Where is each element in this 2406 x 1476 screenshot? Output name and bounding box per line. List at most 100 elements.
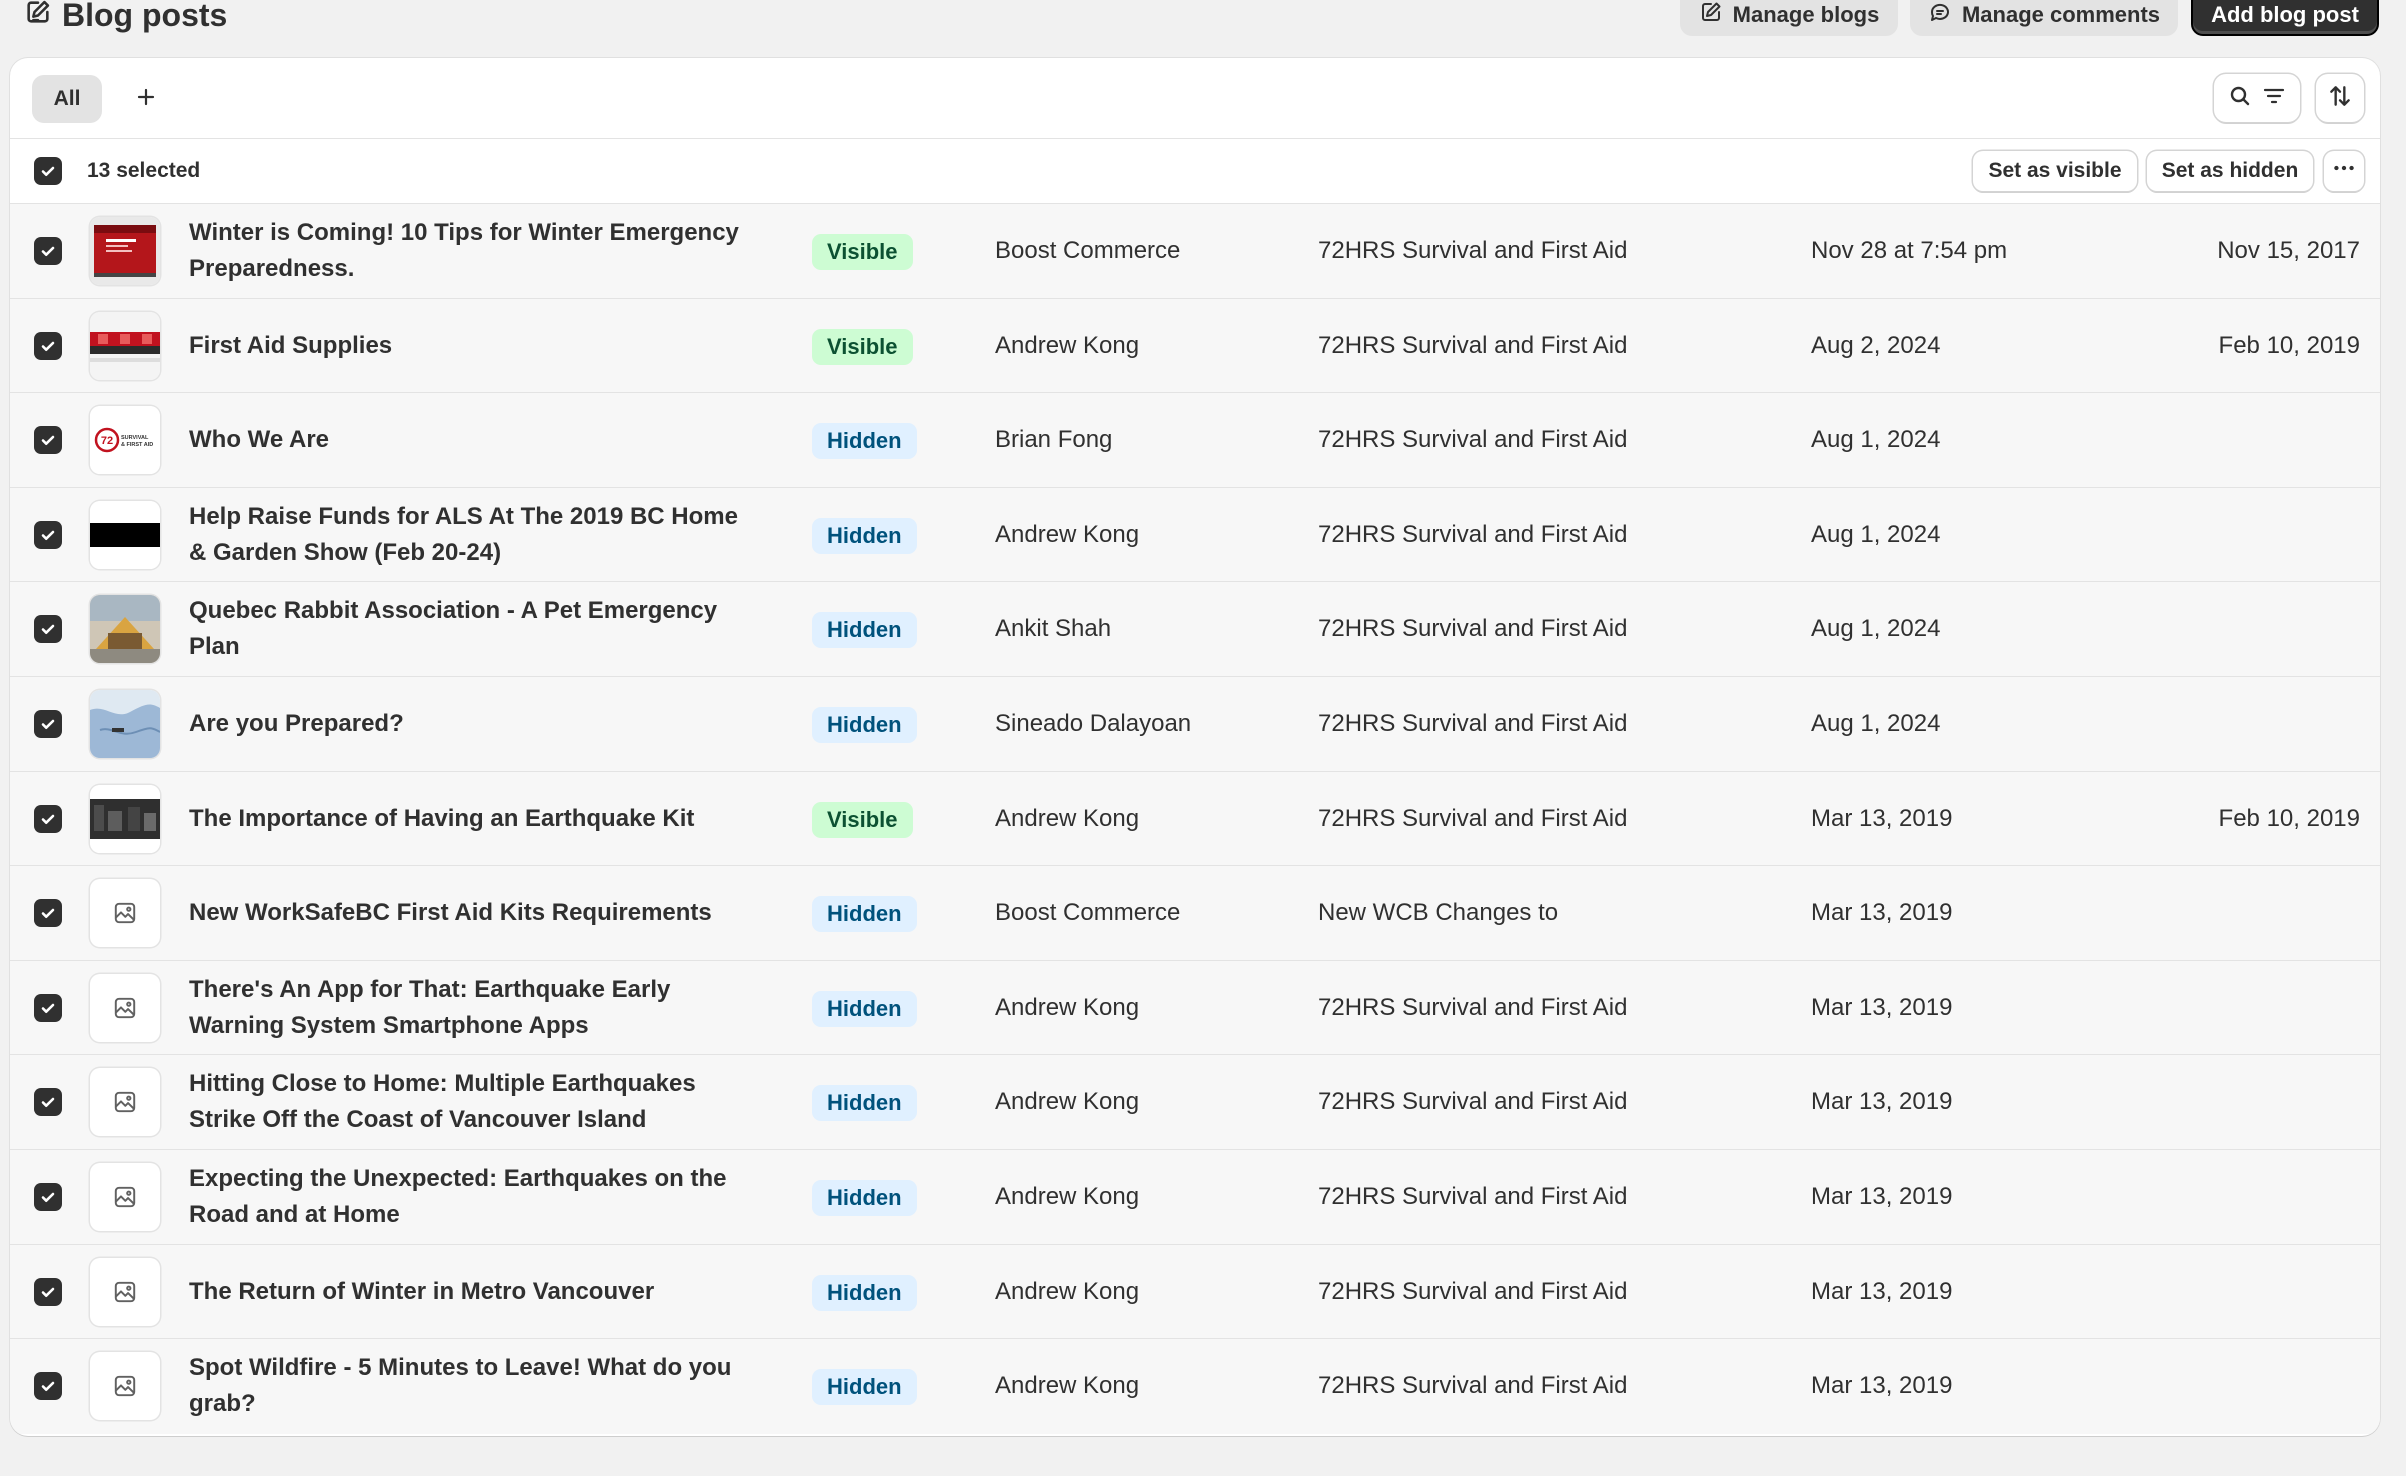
posts-table: Winter is Coming! 10 Tips for Winter Eme…: [10, 204, 2380, 1434]
post-title[interactable]: Expecting the Unexpected: Earthquakes on…: [189, 1150, 749, 1244]
post-title[interactable]: Quebec Rabbit Association - A Pet Emerge…: [189, 582, 749, 676]
search-icon: [2228, 84, 2252, 113]
post-thumbnail: [90, 311, 160, 380]
published-cell: Feb 10, 2019: [2218, 804, 2360, 832]
blog-cell: 72HRS Survival and First Aid: [1318, 615, 1628, 643]
blog-cell: 72HRS Survival and First Aid: [1318, 709, 1628, 737]
table-row[interactable]: Hitting Close to Home: Multiple Earthqua…: [10, 1055, 2380, 1150]
row-checkbox[interactable]: [34, 1372, 62, 1401]
manage-comments-button[interactable]: Manage comments: [1910, 0, 2178, 36]
status-badge: Visible: [812, 234, 913, 270]
post-title[interactable]: Help Raise Funds for ALS At The 2019 BC …: [189, 488, 749, 582]
manage-blogs-button[interactable]: Manage blogs: [1680, 0, 1898, 36]
updated-cell: Mar 13, 2019: [1811, 899, 1953, 927]
row-checkbox[interactable]: [34, 1277, 62, 1306]
set-as-visible-button[interactable]: Set as visible: [1973, 151, 2137, 191]
image-placeholder-icon: [90, 1162, 160, 1231]
table-row[interactable]: Are you Prepared? Hidden Sineado Dalayoa…: [10, 676, 2380, 772]
table-row[interactable]: Spot Wildfire - 5 Minutes to Leave! What…: [10, 1339, 2380, 1434]
plus-icon: [134, 85, 158, 114]
image-placeholder-icon: [90, 879, 160, 948]
select-all-checkbox[interactable]: [34, 157, 62, 185]
image-placeholder-icon: [90, 1352, 160, 1421]
row-checkbox[interactable]: [34, 520, 62, 549]
post-title[interactable]: Hitting Close to Home: Multiple Earthqua…: [189, 1055, 749, 1149]
updated-cell: Mar 13, 2019: [1811, 1182, 1953, 1210]
add-view-button[interactable]: [122, 75, 170, 123]
blog-cell: 72HRS Survival and First Aid: [1318, 1372, 1628, 1400]
updated-cell: Mar 13, 2019: [1811, 804, 1953, 832]
post-thumbnail: [90, 784, 160, 853]
page-title: Blog posts: [24, 0, 227, 44]
updated-cell: Mar 13, 2019: [1811, 1277, 1953, 1305]
table-row[interactable]: Expecting the Unexpected: Earthquakes on…: [10, 1149, 2380, 1245]
author-cell: Andrew Kong: [995, 1182, 1140, 1210]
post-title[interactable]: Are you Prepared?: [189, 677, 749, 771]
sort-arrows-icon: [2327, 83, 2353, 114]
status-badge: Hidden: [812, 1369, 917, 1406]
row-checkbox[interactable]: [34, 804, 62, 833]
more-actions-button[interactable]: [2324, 151, 2364, 191]
table-row[interactable]: New WorkSafeBC First Aid Kits Requiremen…: [10, 866, 2380, 961]
post-thumbnail: [90, 217, 160, 285]
sort-button[interactable]: [2316, 74, 2364, 122]
post-title[interactable]: The Importance of Having an Earthquake K…: [189, 772, 749, 866]
row-checkbox[interactable]: [34, 709, 62, 738]
blog-cell: 72HRS Survival and First Aid: [1318, 237, 1628, 264]
post-title[interactable]: Who We Are: [189, 393, 749, 487]
manage-comments-label: Manage comments: [1961, 2, 2161, 27]
set-as-hidden-button[interactable]: Set as hidden: [2147, 151, 2313, 191]
tab-all[interactable]: All: [32, 75, 102, 123]
table-row[interactable]: Winter is Coming! 10 Tips for Winter Eme…: [10, 204, 2380, 299]
updated-cell: Mar 13, 2019: [1811, 1372, 1953, 1400]
status-badge: Hidden: [812, 423, 917, 460]
row-checkbox[interactable]: [34, 1088, 62, 1117]
status-badge: Visible: [812, 801, 913, 838]
row-checkbox[interactable]: [34, 426, 62, 455]
row-checkbox[interactable]: [34, 993, 62, 1022]
table-row[interactable]: Help Raise Funds for ALS At The 2019 BC …: [10, 487, 2380, 583]
table-row[interactable]: 72 SURVIVAL & FIRST AID Who We Are Hidden …: [10, 393, 2380, 488]
status-badge: Hidden: [812, 896, 917, 933]
manage-blogs-label: Manage blogs: [1732, 2, 1880, 27]
post-title[interactable]: First Aid Supplies: [189, 299, 749, 393]
table-row[interactable]: There's An App for That: Earthquake Earl…: [10, 960, 2380, 1056]
post-title[interactable]: Winter is Coming! 10 Tips for Winter Eme…: [189, 204, 749, 298]
table-row[interactable]: First Aid Supplies Visible Andrew Kong 7…: [10, 298, 2380, 394]
post-title[interactable]: The Return of Winter in Metro Vancouver: [189, 1245, 749, 1339]
status-badge: Hidden: [812, 990, 917, 1027]
author-cell: Andrew Kong: [995, 804, 1140, 832]
search-filter-button[interactable]: [2214, 74, 2300, 122]
updated-cell: Mar 13, 2019: [1811, 1088, 1953, 1116]
updated-cell: Mar 13, 2019: [1811, 993, 1953, 1021]
selected-count: 13 selected: [87, 159, 201, 182]
row-checkbox[interactable]: [34, 899, 62, 928]
updated-cell: Aug 1, 2024: [1811, 615, 1941, 643]
status-badge: Hidden: [812, 1179, 917, 1216]
author-cell: Ankit Shah: [995, 615, 1112, 643]
post-thumbnail: [90, 689, 160, 758]
updated-cell: Aug 1, 2024: [1811, 709, 1941, 737]
post-title[interactable]: New WorkSafeBC First Aid Kits Requiremen…: [189, 866, 749, 960]
post-title[interactable]: Spot Wildfire - 5 Minutes to Leave! What…: [189, 1339, 749, 1433]
status-badge: Hidden: [812, 706, 917, 743]
svg-text:72: 72: [101, 435, 113, 447]
author-cell: Andrew Kong: [995, 1088, 1140, 1116]
table-row[interactable]: The Return of Winter in Metro Vancouver …: [10, 1244, 2380, 1340]
post-title[interactable]: There's An App for That: Earthquake Earl…: [189, 961, 749, 1055]
row-checkbox[interactable]: [34, 1182, 62, 1211]
row-checkbox[interactable]: [34, 237, 62, 265]
author-cell: Boost Commerce: [995, 899, 1181, 927]
table-row[interactable]: Quebec Rabbit Association - A Pet Emerge…: [10, 582, 2380, 677]
author-cell: Sineado Dalayoan: [995, 709, 1192, 737]
bulk-actions-bar: 13 selected Set as visible Set as hidden: [10, 139, 2380, 204]
filter-toolbar: All: [10, 58, 2380, 139]
blog-cell: 72HRS Survival and First Aid: [1318, 804, 1628, 832]
add-blog-post-button[interactable]: Add blog post: [2191, 0, 2379, 36]
status-badge: Hidden: [812, 1274, 917, 1311]
status-badge: Hidden: [812, 612, 917, 649]
table-row[interactable]: The Importance of Having an Earthquake K…: [10, 771, 2380, 867]
row-checkbox[interactable]: [34, 331, 62, 360]
row-checkbox[interactable]: [34, 615, 62, 644]
post-thumbnail: [90, 500, 160, 569]
